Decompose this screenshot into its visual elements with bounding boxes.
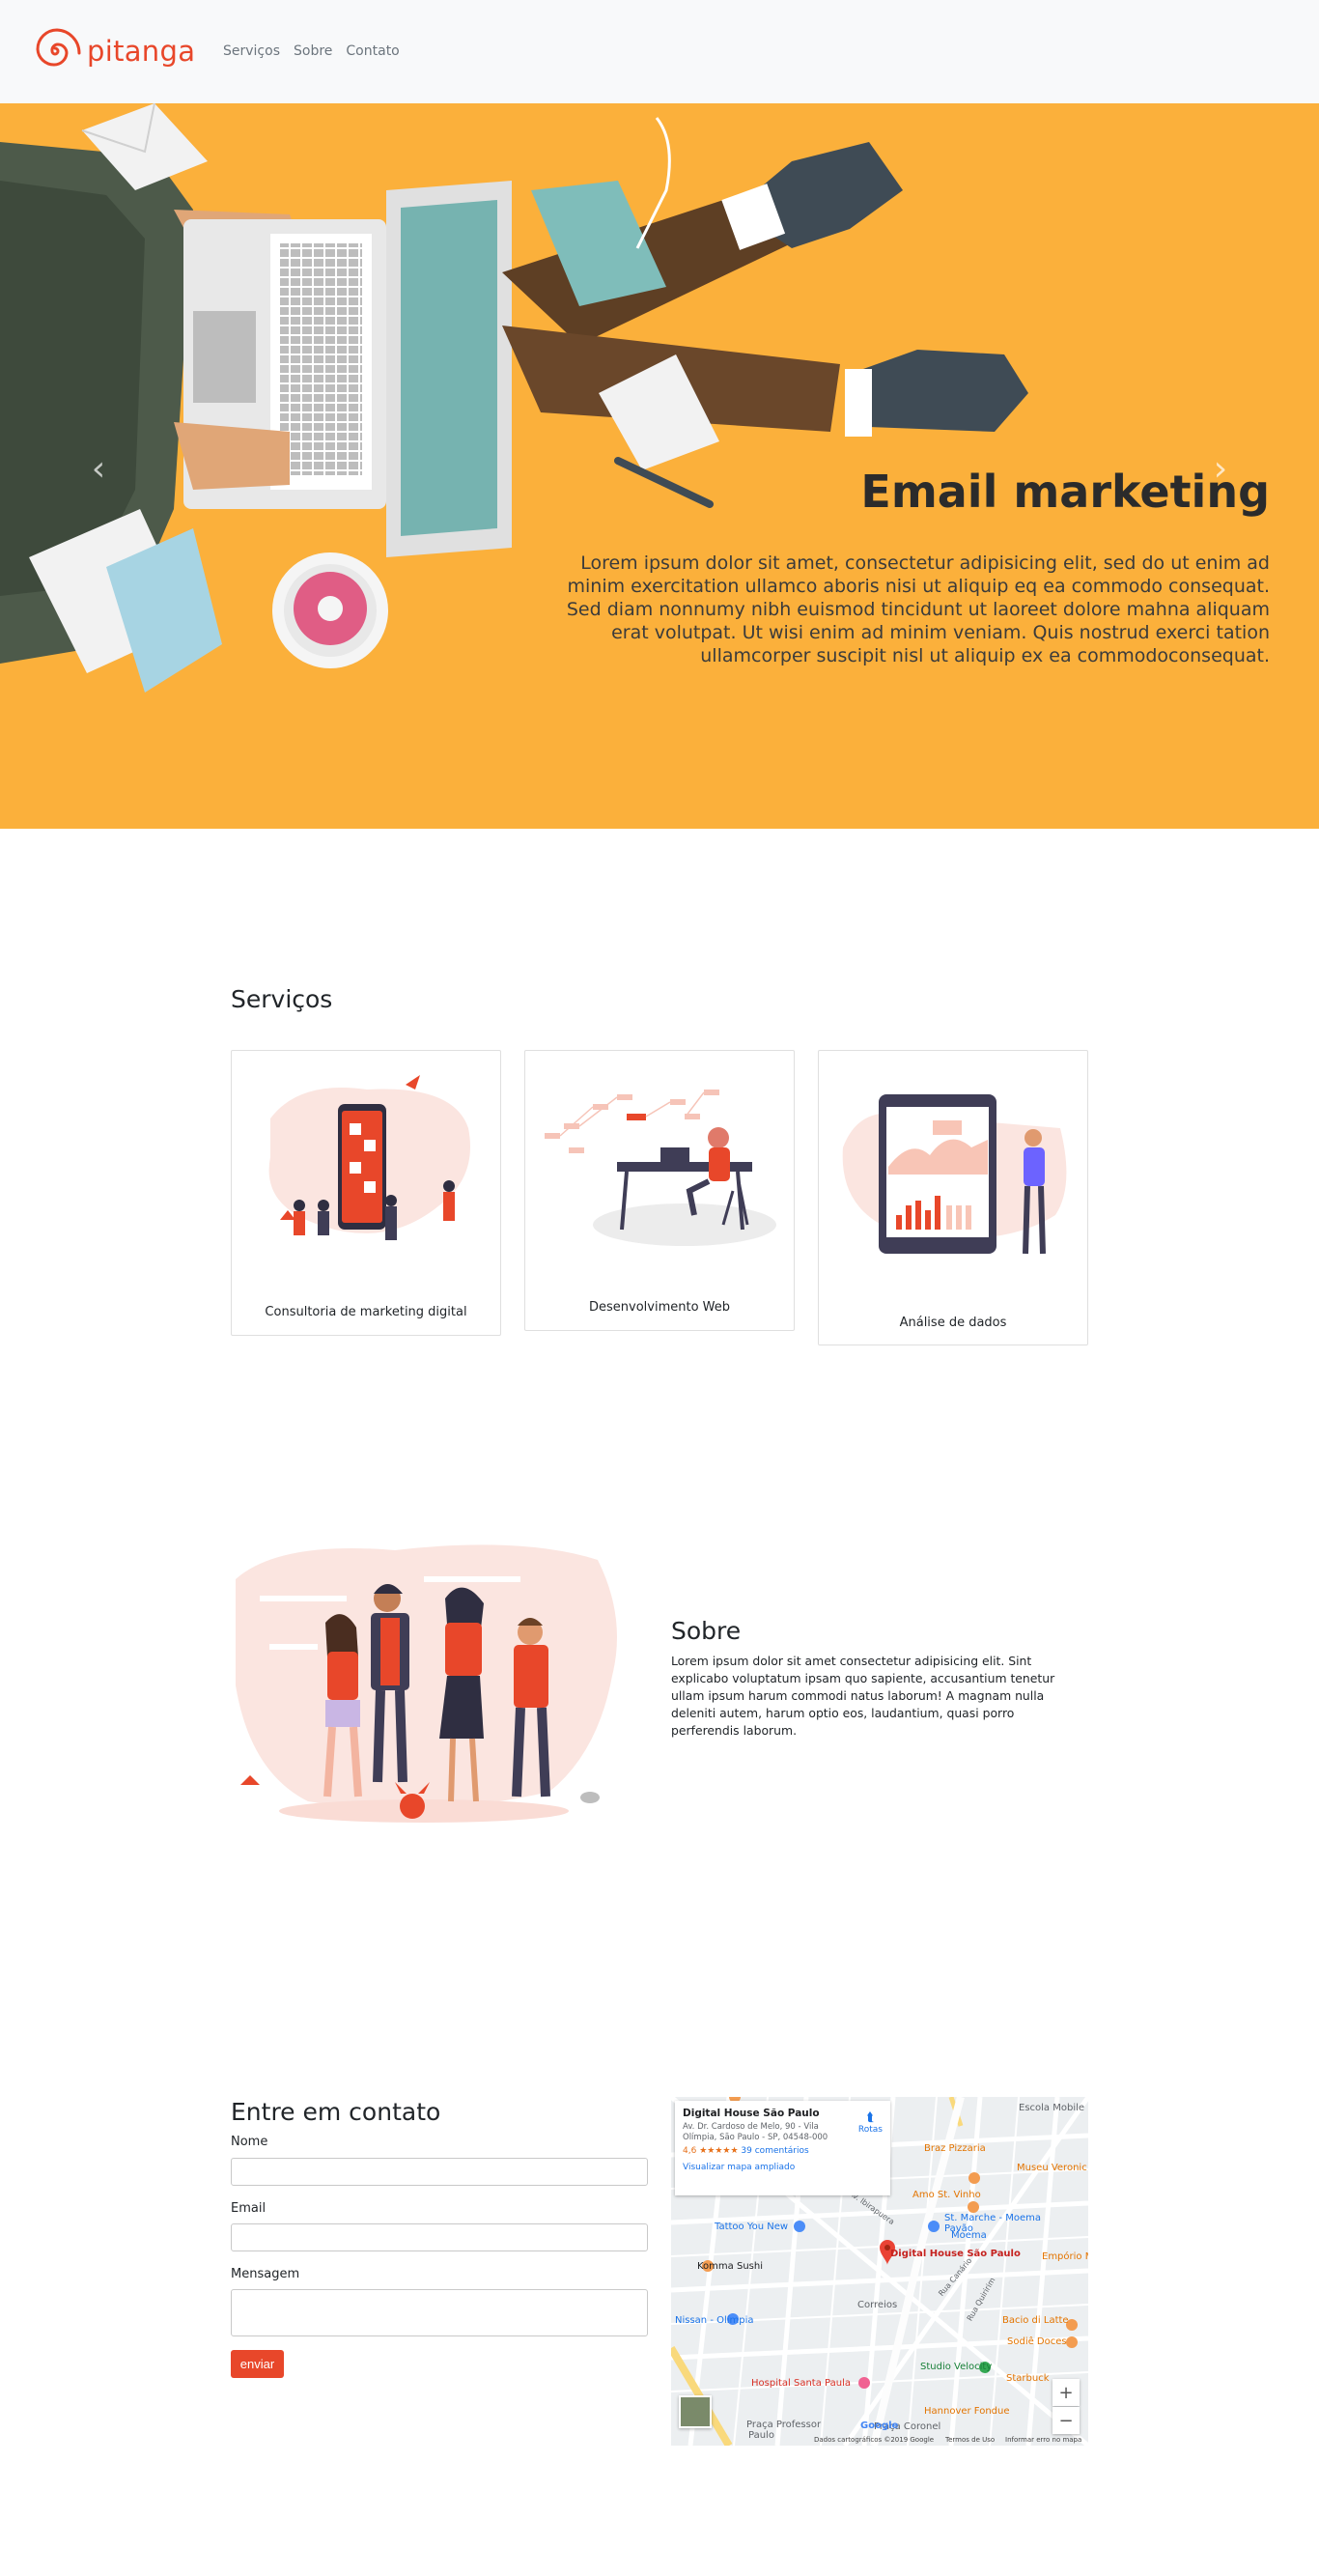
- map-directions-button[interactable]: ⮬ Rotas: [858, 2110, 883, 2135]
- map-report-link[interactable]: Informar erro no mapa: [1005, 2436, 1081, 2444]
- nav-menu: Serviços Sobre Contato: [223, 43, 400, 59]
- service-label-marketing: Consultoria de marketing digital: [265, 1305, 467, 1319]
- map-enlarge-link[interactable]: Visualizar mapa ampliado: [683, 2163, 883, 2172]
- navbar: pitanga Serviços Sobre Contato: [0, 0, 1319, 103]
- about-text: Lorem ipsum dolor sit amet consectetur a…: [671, 1654, 1055, 1738]
- google-map[interactable]: Digital House São Paulo Escola Mobile Br…: [671, 2097, 1088, 2446]
- map-place-label: Empório M: [1042, 2251, 1088, 2262]
- map-place-label: Braz Pizzaria: [924, 2143, 986, 2154]
- services-title: Serviços: [231, 985, 333, 1013]
- directions-icon: ⮬: [866, 2110, 875, 2125]
- service-card-data[interactable]: Análise de dados: [818, 1050, 1088, 1345]
- map-place-label: Amo St. Vinho: [912, 2190, 981, 2200]
- map-data-credit: Dados cartográficos ©2019 Google: [814, 2436, 935, 2444]
- nav-item-sobre[interactable]: Sobre: [294, 43, 332, 59]
- service-card-web[interactable]: Desenvolvimento Web: [524, 1050, 795, 1331]
- map-directions-label: Rotas: [857, 2125, 883, 2135]
- map-place-label: Starbuck: [1006, 2373, 1050, 2384]
- nav-item-servicos[interactable]: Serviços: [223, 43, 280, 59]
- map-terms-link[interactable]: Termos de Uso: [945, 2436, 995, 2444]
- star-rating-icon: ★★★★★: [699, 2146, 739, 2156]
- map-place-label: Hannover Fondue: [924, 2406, 1010, 2417]
- map-place-label: Sodiê Doces: [1007, 2336, 1067, 2347]
- map-place-address: Av. Dr. Cardoso de Melo, 90 - Vila Olímp…: [683, 2122, 828, 2142]
- map-place-label: Tattoo You New: [715, 2222, 789, 2232]
- map-place-label: Bacio di Latte: [1002, 2315, 1069, 2326]
- marketing-illustration: [268, 1075, 470, 1240]
- nav-item-contato[interactable]: Contato: [346, 43, 399, 59]
- web-development-illustration: [545, 1090, 776, 1246]
- map-satellite-toggle[interactable]: [679, 2395, 712, 2428]
- submit-button[interactable]: enviar: [231, 2350, 284, 2378]
- data-analysis-illustration: [842, 1094, 1067, 1255]
- map-place-label: Hospital Santa Paula: [751, 2378, 851, 2389]
- brand-logo[interactable]: pitanga: [27, 23, 195, 79]
- map-place-label: Escola Mobile: [1019, 2103, 1085, 2113]
- team-illustration: [236, 1544, 617, 1823]
- map-place-label: Studio Velocity: [920, 2362, 993, 2372]
- email-label: Email: [231, 2201, 267, 2216]
- map-place-label: Museu Veronic: [1017, 2163, 1087, 2173]
- map-place-card: Digital House São Paulo Av. Dr. Cardoso …: [675, 2101, 890, 2195]
- hero-title: Email marketing: [860, 466, 1270, 518]
- map-place-name: Digital House São Paulo: [683, 2108, 820, 2119]
- map-pin-label: Digital House São Paulo: [890, 2249, 1021, 2259]
- service-card-marketing[interactable]: Consultoria de marketing digital: [231, 1050, 501, 1336]
- map-reviews-link[interactable]: 39 comentários: [741, 2146, 808, 2156]
- hero-carousel: ‹ › Email marketing Lorem ipsum dolor si…: [0, 103, 1319, 829]
- map-rating: 4,6 ★★★★★ 39 comentários: [683, 2146, 883, 2156]
- map-place-label: Komma Sushi: [697, 2261, 763, 2272]
- service-label-data: Análise de dados: [899, 1316, 1007, 1330]
- name-label: Nome: [231, 2135, 268, 2149]
- hero-text: Lorem ipsum dolor sit amet, consectetur …: [566, 552, 1270, 666]
- email-field[interactable]: [231, 2223, 648, 2251]
- name-field[interactable]: [231, 2158, 648, 2186]
- message-field[interactable]: [231, 2289, 648, 2336]
- contact-title: Entre em contato: [231, 2098, 441, 2126]
- map-zoom-in-button[interactable]: +: [1052, 2379, 1080, 2406]
- chevron-left-icon: ‹: [91, 448, 106, 489]
- brand-name: pitanga: [87, 35, 196, 68]
- map-footer: Dados cartográficos ©2019 Google Termos …: [671, 2433, 1088, 2446]
- carousel-prev-button[interactable]: ‹: [70, 439, 127, 497]
- message-label: Mensagem: [231, 2267, 300, 2281]
- map-place-label: Nissan - Olímpia: [675, 2315, 754, 2326]
- service-label-web: Desenvolvimento Web: [588, 1300, 730, 1315]
- spiral-logo-icon: [36, 28, 81, 67]
- map-place-label: Praça Professor: [746, 2420, 822, 2430]
- map-zoom-out-button[interactable]: −: [1052, 2407, 1080, 2434]
- map-place-label: Moema: [951, 2230, 987, 2241]
- map-place-label: Correios: [857, 2300, 898, 2310]
- google-logo: Google: [860, 2420, 899, 2431]
- map-rating-value: 4,6: [683, 2146, 697, 2156]
- about-title: Sobre: [671, 1617, 742, 1645]
